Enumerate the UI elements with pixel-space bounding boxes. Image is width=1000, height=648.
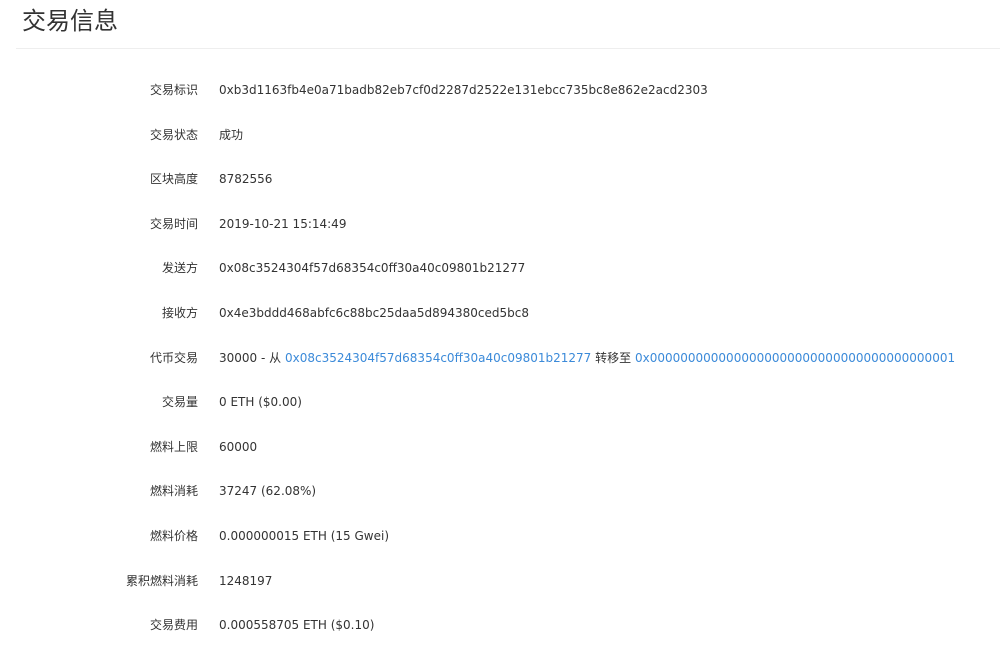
cumulative-gas-label: 累积燃料消耗: [125, 573, 198, 588]
receiver-label: 接收方: [161, 305, 198, 320]
tx-hash-value: 0xb3d1163fb4e0a71badb82eb7cf0d2287d2522e…: [219, 83, 708, 97]
gas-used-value: 37247 (62.08%): [219, 484, 317, 499]
detail-row-gas-used: 燃料消耗 37247 (62.08%): [0, 469, 1000, 514]
detail-row-tx-hash: 交易标识 0xb3d1163fb4e0a71badb82eb7cf0d2287d…: [0, 68, 1000, 113]
token-transfer-label: 代币交易: [149, 350, 198, 365]
block-height-label: 区块高度: [149, 172, 198, 187]
fee-label: 交易费用: [149, 618, 198, 633]
token-amount: 30000: [219, 350, 258, 365]
token-from-text: - 从: [261, 350, 282, 365]
detail-row-cumulative-gas: 累积燃料消耗 1248197: [0, 559, 1000, 604]
detail-row-sender: 发送方 0x08c3524304f57d68354c0ff30a40c09801…: [0, 246, 1000, 291]
gas-price-label: 燃料价格: [149, 528, 198, 543]
detail-row-amount: 交易量 0 ETH ($0.00): [0, 380, 1000, 425]
receiver-address-link[interactable]: 0x4e3bddd468abfc6c88bc25daa5d894380ced5b…: [219, 291, 529, 335]
fee-value: 0.000558705 ETH ($0.10): [219, 618, 375, 633]
detail-row-gas-price: 燃料价格 0.000000015 ETH (15 Gwei): [0, 514, 1000, 559]
gas-limit-label: 燃料上限: [149, 439, 198, 454]
token-to-text: 转移至: [595, 350, 632, 365]
detail-row-token-transfer: 代币交易 30000 - 从 0x08c3524304f57d68354c0ff…: [0, 336, 1000, 381]
status-label: 交易状态: [149, 127, 198, 142]
detail-row-block-height: 区块高度 8782556: [0, 157, 1000, 202]
detail-row-fee: 交易费用 0.000558705 ETH ($0.10): [0, 603, 1000, 648]
amount-label: 交易量: [161, 395, 198, 410]
detail-row-gas-limit: 燃料上限 60000: [0, 425, 1000, 470]
sender-address-link[interactable]: 0x08c3524304f57d68354c0ff30a40c09801b212…: [219, 246, 525, 290]
detail-row-status: 交易状态 成功: [0, 113, 1000, 158]
cumulative-gas-value: 1248197: [219, 573, 273, 588]
sender-label: 发送方: [161, 261, 198, 276]
block-height-link[interactable]: 8782556: [219, 157, 272, 201]
token-transfer-value: 30000 - 从 0x08c3524304f57d68354c0ff30a40…: [219, 336, 955, 380]
tx-time-value: 2019-10-21 15:14:49: [219, 216, 347, 231]
transaction-detail-list: 交易标识 0xb3d1163fb4e0a71badb82eb7cf0d2287d…: [0, 68, 1000, 648]
detail-row-tx-time: 交易时间 2019-10-21 15:14:49: [0, 202, 1000, 247]
tx-time-label: 交易时间: [149, 216, 198, 231]
tx-hash-label: 交易标识: [149, 83, 198, 97]
status-value: 成功: [219, 127, 244, 142]
gas-used-label: 燃料消耗: [149, 484, 198, 499]
amount-value: 0 ETH ($0.00): [219, 395, 302, 410]
token-to-address-link[interactable]: 0x00000000000000000000000000000000000000…: [635, 351, 955, 365]
detail-row-receiver: 接收方 0x4e3bddd468abfc6c88bc25daa5d894380c…: [0, 291, 1000, 336]
title-divider: [16, 48, 1000, 49]
token-from-address-link[interactable]: 0x08c3524304f57d68354c0ff30a40c09801b212…: [285, 351, 591, 365]
page-title: 交易信息: [22, 7, 118, 35]
gas-limit-value: 60000: [219, 439, 258, 454]
gas-price-value: 0.000000015 ETH (15 Gwei): [219, 528, 390, 543]
